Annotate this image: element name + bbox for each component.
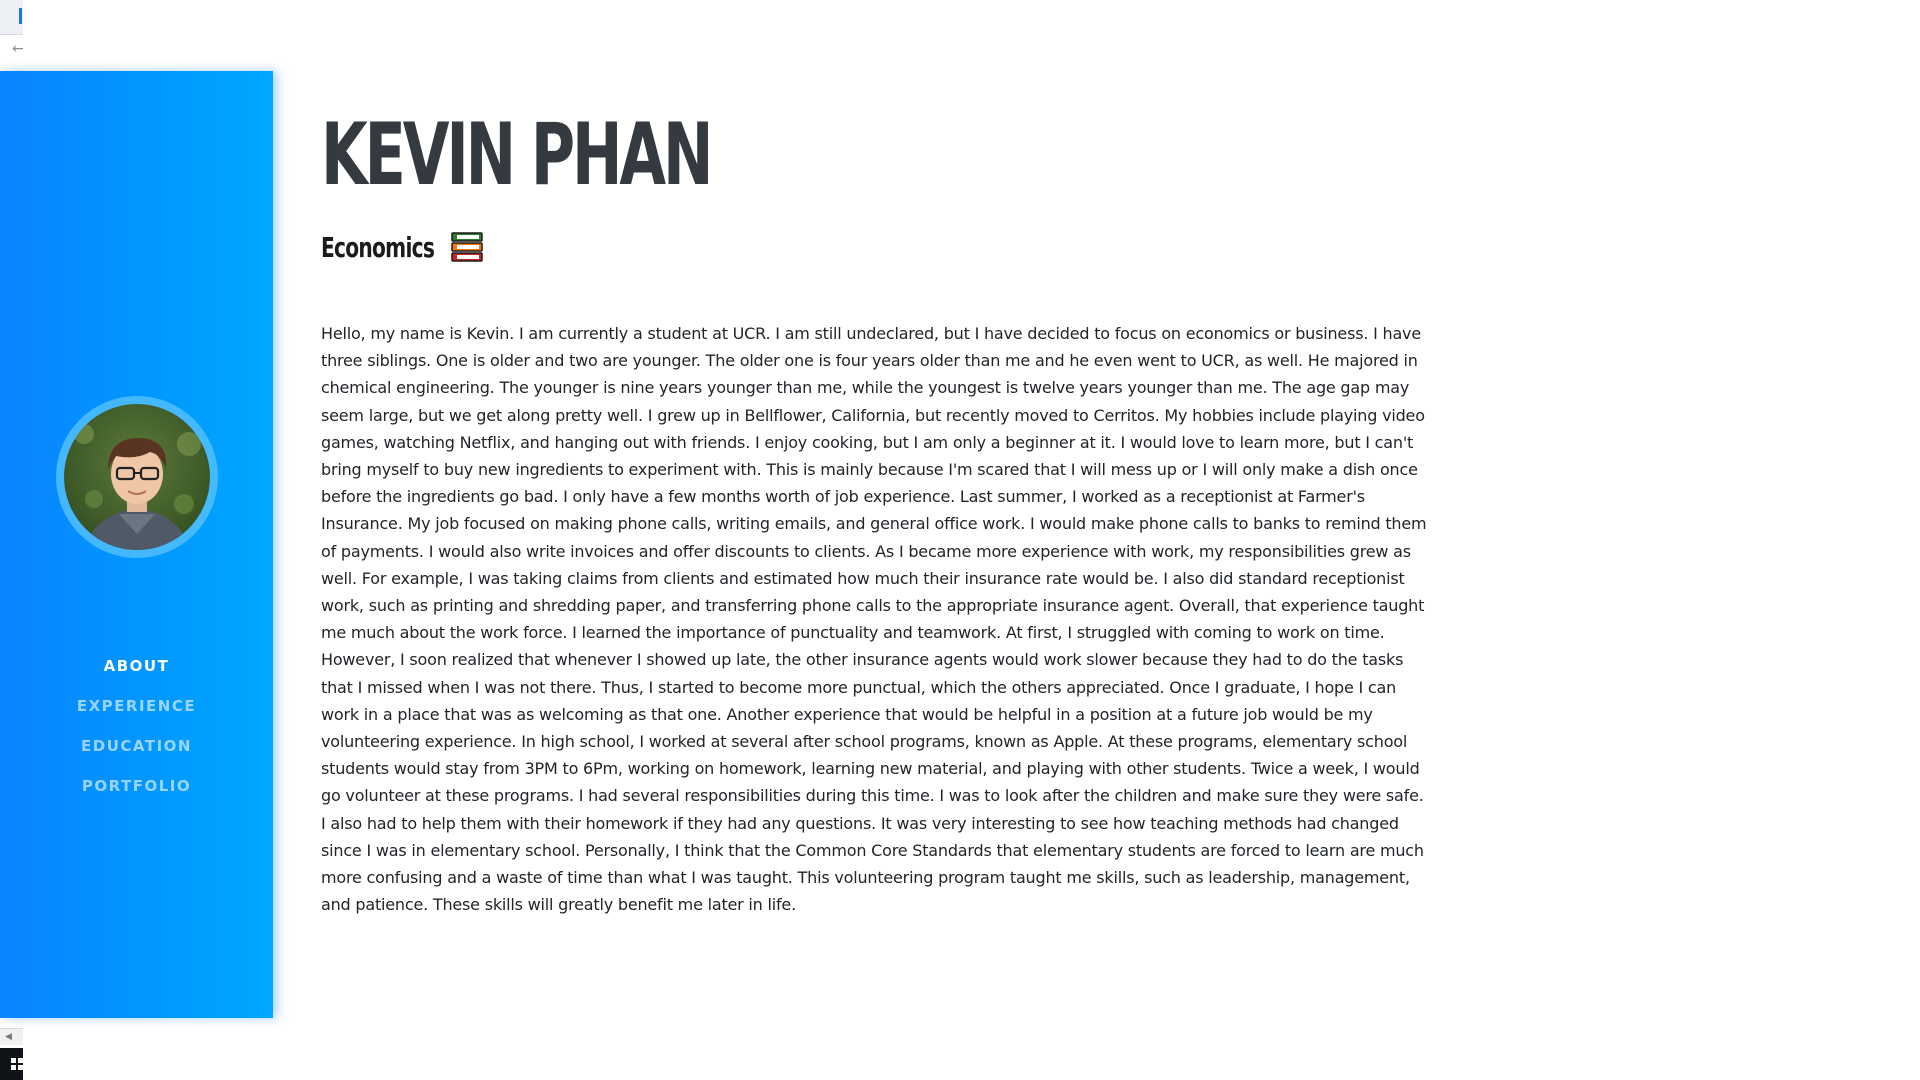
- horizontal-scrollbar[interactable]: ◀: [0, 1028, 23, 1045]
- books-icon: [451, 232, 483, 262]
- nav-item-portfolio[interactable]: PORTFOLIO: [0, 766, 273, 806]
- browser-tab[interactable]: [0, 0, 23, 35]
- about-bio: Hello, my name is Kevin. I am currently …: [321, 324, 1427, 915]
- back-arrow-icon[interactable]: ←: [12, 42, 24, 56]
- nav-item-experience[interactable]: EXPERIENCE: [0, 686, 273, 726]
- page-title: KEVIN PHAN: [321, 105, 714, 205]
- windows-start-icon[interactable]: [11, 1058, 23, 1070]
- avatar: [64, 404, 210, 550]
- avatar-photo: [64, 404, 210, 550]
- subheading-text: Economics: [321, 230, 435, 264]
- subheading: Economics: [321, 230, 484, 264]
- tab-indicator: [19, 8, 22, 24]
- nav-item-about[interactable]: ABOUT: [0, 646, 273, 686]
- taskbar: [0, 1048, 23, 1080]
- avatar-ring: [56, 396, 218, 558]
- sidebar-nav: ABOUT EXPERIENCE EDUCATION PORTFOLIO: [0, 646, 273, 806]
- scroll-left-icon[interactable]: ◀: [5, 1032, 12, 1042]
- nav-item-education[interactable]: EDUCATION: [0, 726, 273, 766]
- sidebar: ABOUT EXPERIENCE EDUCATION PORTFOLIO: [0, 71, 273, 1018]
